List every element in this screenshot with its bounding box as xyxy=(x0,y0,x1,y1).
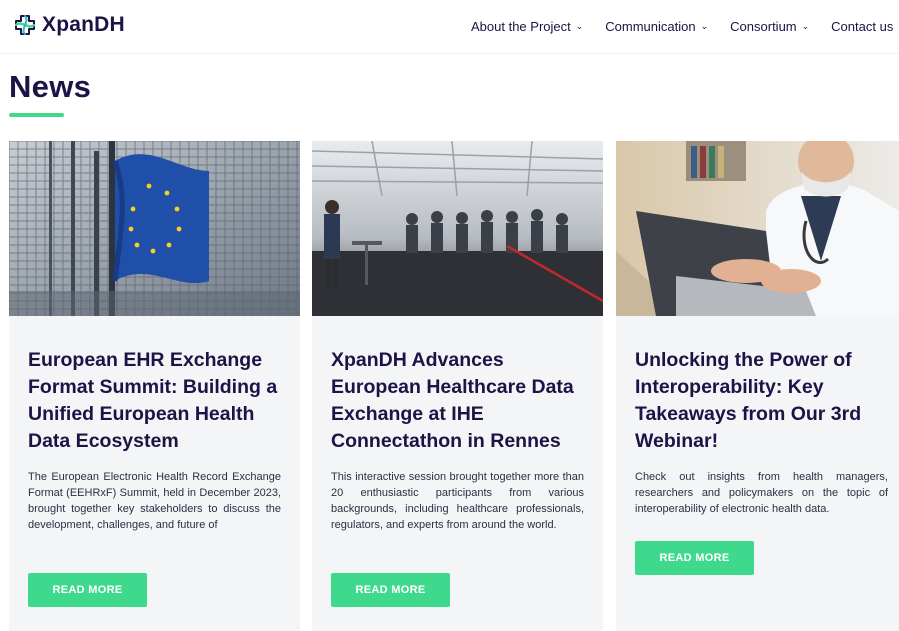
conference-hall-photo[interactable] xyxy=(312,141,603,316)
site-logo[interactable]: XpanDH xyxy=(12,12,125,38)
card-title[interactable]: XpanDH Advances European Healthcare Data… xyxy=(331,347,589,455)
card-excerpt: Check out insights from health managers,… xyxy=(635,471,888,515)
nav-item-consortium[interactable]: Consortium ⌄ xyxy=(730,19,809,34)
title-underline xyxy=(9,113,64,117)
chevron-down-icon: ⌄ xyxy=(700,20,709,31)
doctor-laptop-photo[interactable] xyxy=(616,141,899,316)
read-more-button[interactable]: READ MORE xyxy=(28,573,147,607)
nav-item-label: About the Project xyxy=(471,18,571,34)
nav-item-communication[interactable]: Communication ⌄ xyxy=(605,19,708,34)
logo-text: XpanDH xyxy=(42,13,125,36)
site-header: XpanDH About the Project ⌄ Communication… xyxy=(0,0,899,54)
page-title: News xyxy=(9,69,92,104)
news-card: XpanDH Advances European Healthcare Data… xyxy=(312,141,603,631)
card-excerpt: This interactive session brought togethe… xyxy=(331,471,584,531)
card-title[interactable]: European EHR Exchange Format Summit: Bui… xyxy=(28,347,286,455)
chevron-down-icon: ⌄ xyxy=(801,20,810,31)
news-card: Unlocking the Power of Interoperability:… xyxy=(616,141,899,631)
read-more-button[interactable]: READ MORE xyxy=(331,573,450,607)
main-nav: About the Project ⌄ Communication ⌄ Cons… xyxy=(471,0,893,52)
eu-flag-photo[interactable] xyxy=(9,141,300,316)
read-more-button[interactable]: READ MORE xyxy=(635,541,754,575)
nav-item-contact-us[interactable]: Contact us xyxy=(831,19,893,34)
news-card: European EHR Exchange Format Summit: Bui… xyxy=(9,141,300,631)
nav-item-label: Contact us xyxy=(831,18,894,34)
chevron-down-icon: ⌄ xyxy=(575,20,584,31)
nav-item-label: Consortium xyxy=(730,18,797,34)
card-excerpt: The European Electronic Health Record Ex… xyxy=(28,471,281,531)
card-title[interactable]: Unlocking the Power of Interoperability:… xyxy=(635,347,893,455)
nav-item-about-the-project[interactable]: About the Project ⌄ xyxy=(471,19,583,34)
nav-item-label: Communication xyxy=(605,18,696,34)
logo-icon xyxy=(12,12,38,38)
